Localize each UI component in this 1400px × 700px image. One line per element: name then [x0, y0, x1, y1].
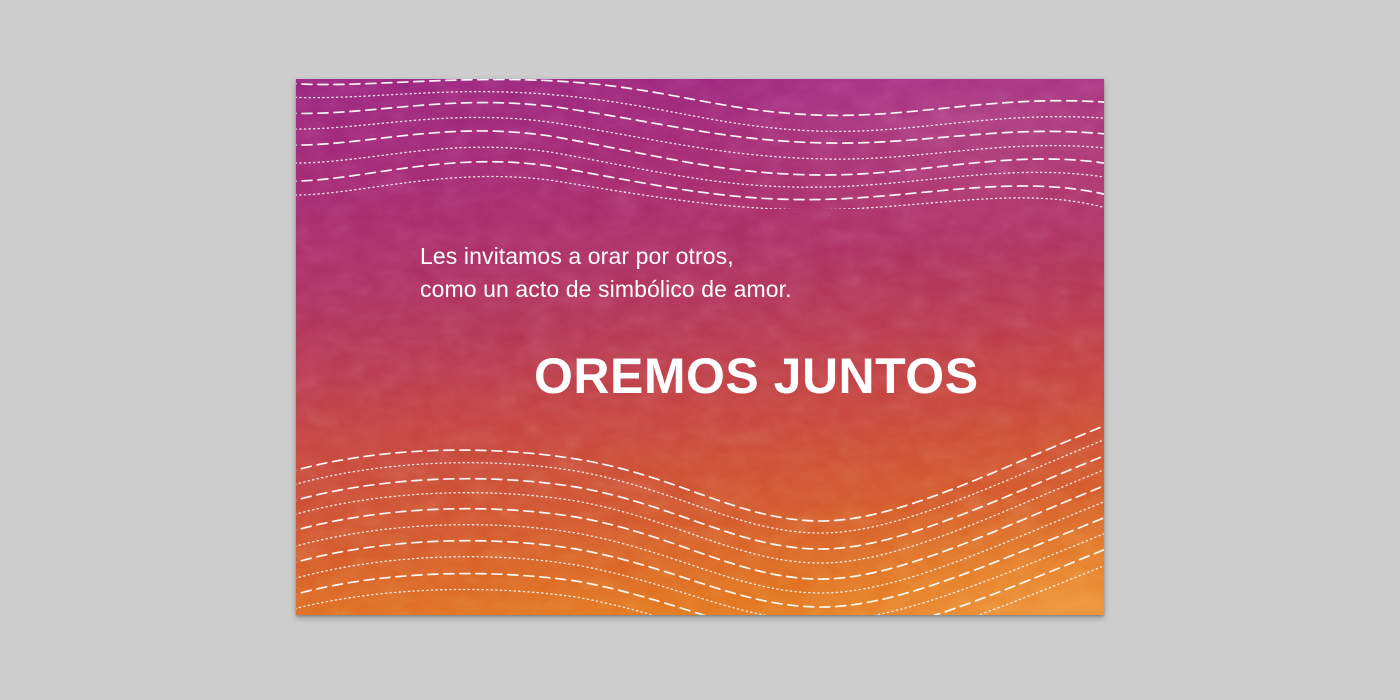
bottom-wave-dashed-2 — [296, 454, 1104, 550]
invitation-line-2: como un acto de simbólico de amor. — [420, 276, 792, 302]
top-wave-dotted-2 — [296, 116, 1104, 160]
bottom-wave-lines — [296, 424, 1104, 615]
bottom-wave-dotted-3 — [296, 501, 1104, 594]
bottom-wave-dashed-3 — [296, 484, 1104, 580]
bottom-wave-dashed-1 — [296, 424, 1104, 522]
top-wave-dashed-4 — [296, 160, 1104, 201]
bottom-wave-dotted-4 — [296, 533, 1104, 615]
top-wave-dashed-3 — [296, 130, 1104, 176]
top-wave-dashed-2 — [296, 101, 1104, 144]
top-wave-lines — [296, 79, 1104, 209]
invitation-line-1: Les invitamos a orar por otros, — [420, 243, 734, 269]
bottom-wave-dotted-2 — [296, 469, 1104, 564]
bottom-wave-dotted-5 — [296, 565, 1104, 615]
top-wave-dotted-3 — [296, 146, 1104, 188]
headline-title: OREMOS JUNTOS — [534, 348, 979, 404]
bottom-wave-dotted-1 — [296, 439, 1104, 534]
page-background: Les invitamos a orar por otros, como un … — [0, 0, 1400, 700]
invitation-text: Les invitamos a orar por otros, como un … — [420, 240, 792, 306]
bottom-wave-dashed-4 — [296, 516, 1104, 608]
top-wave-dotted-4 — [296, 175, 1104, 209]
top-wave-dotted-1 — [296, 91, 1104, 133]
bottom-wave-dashed-5 — [296, 548, 1104, 615]
top-wave-dashed-1 — [296, 79, 1104, 117]
